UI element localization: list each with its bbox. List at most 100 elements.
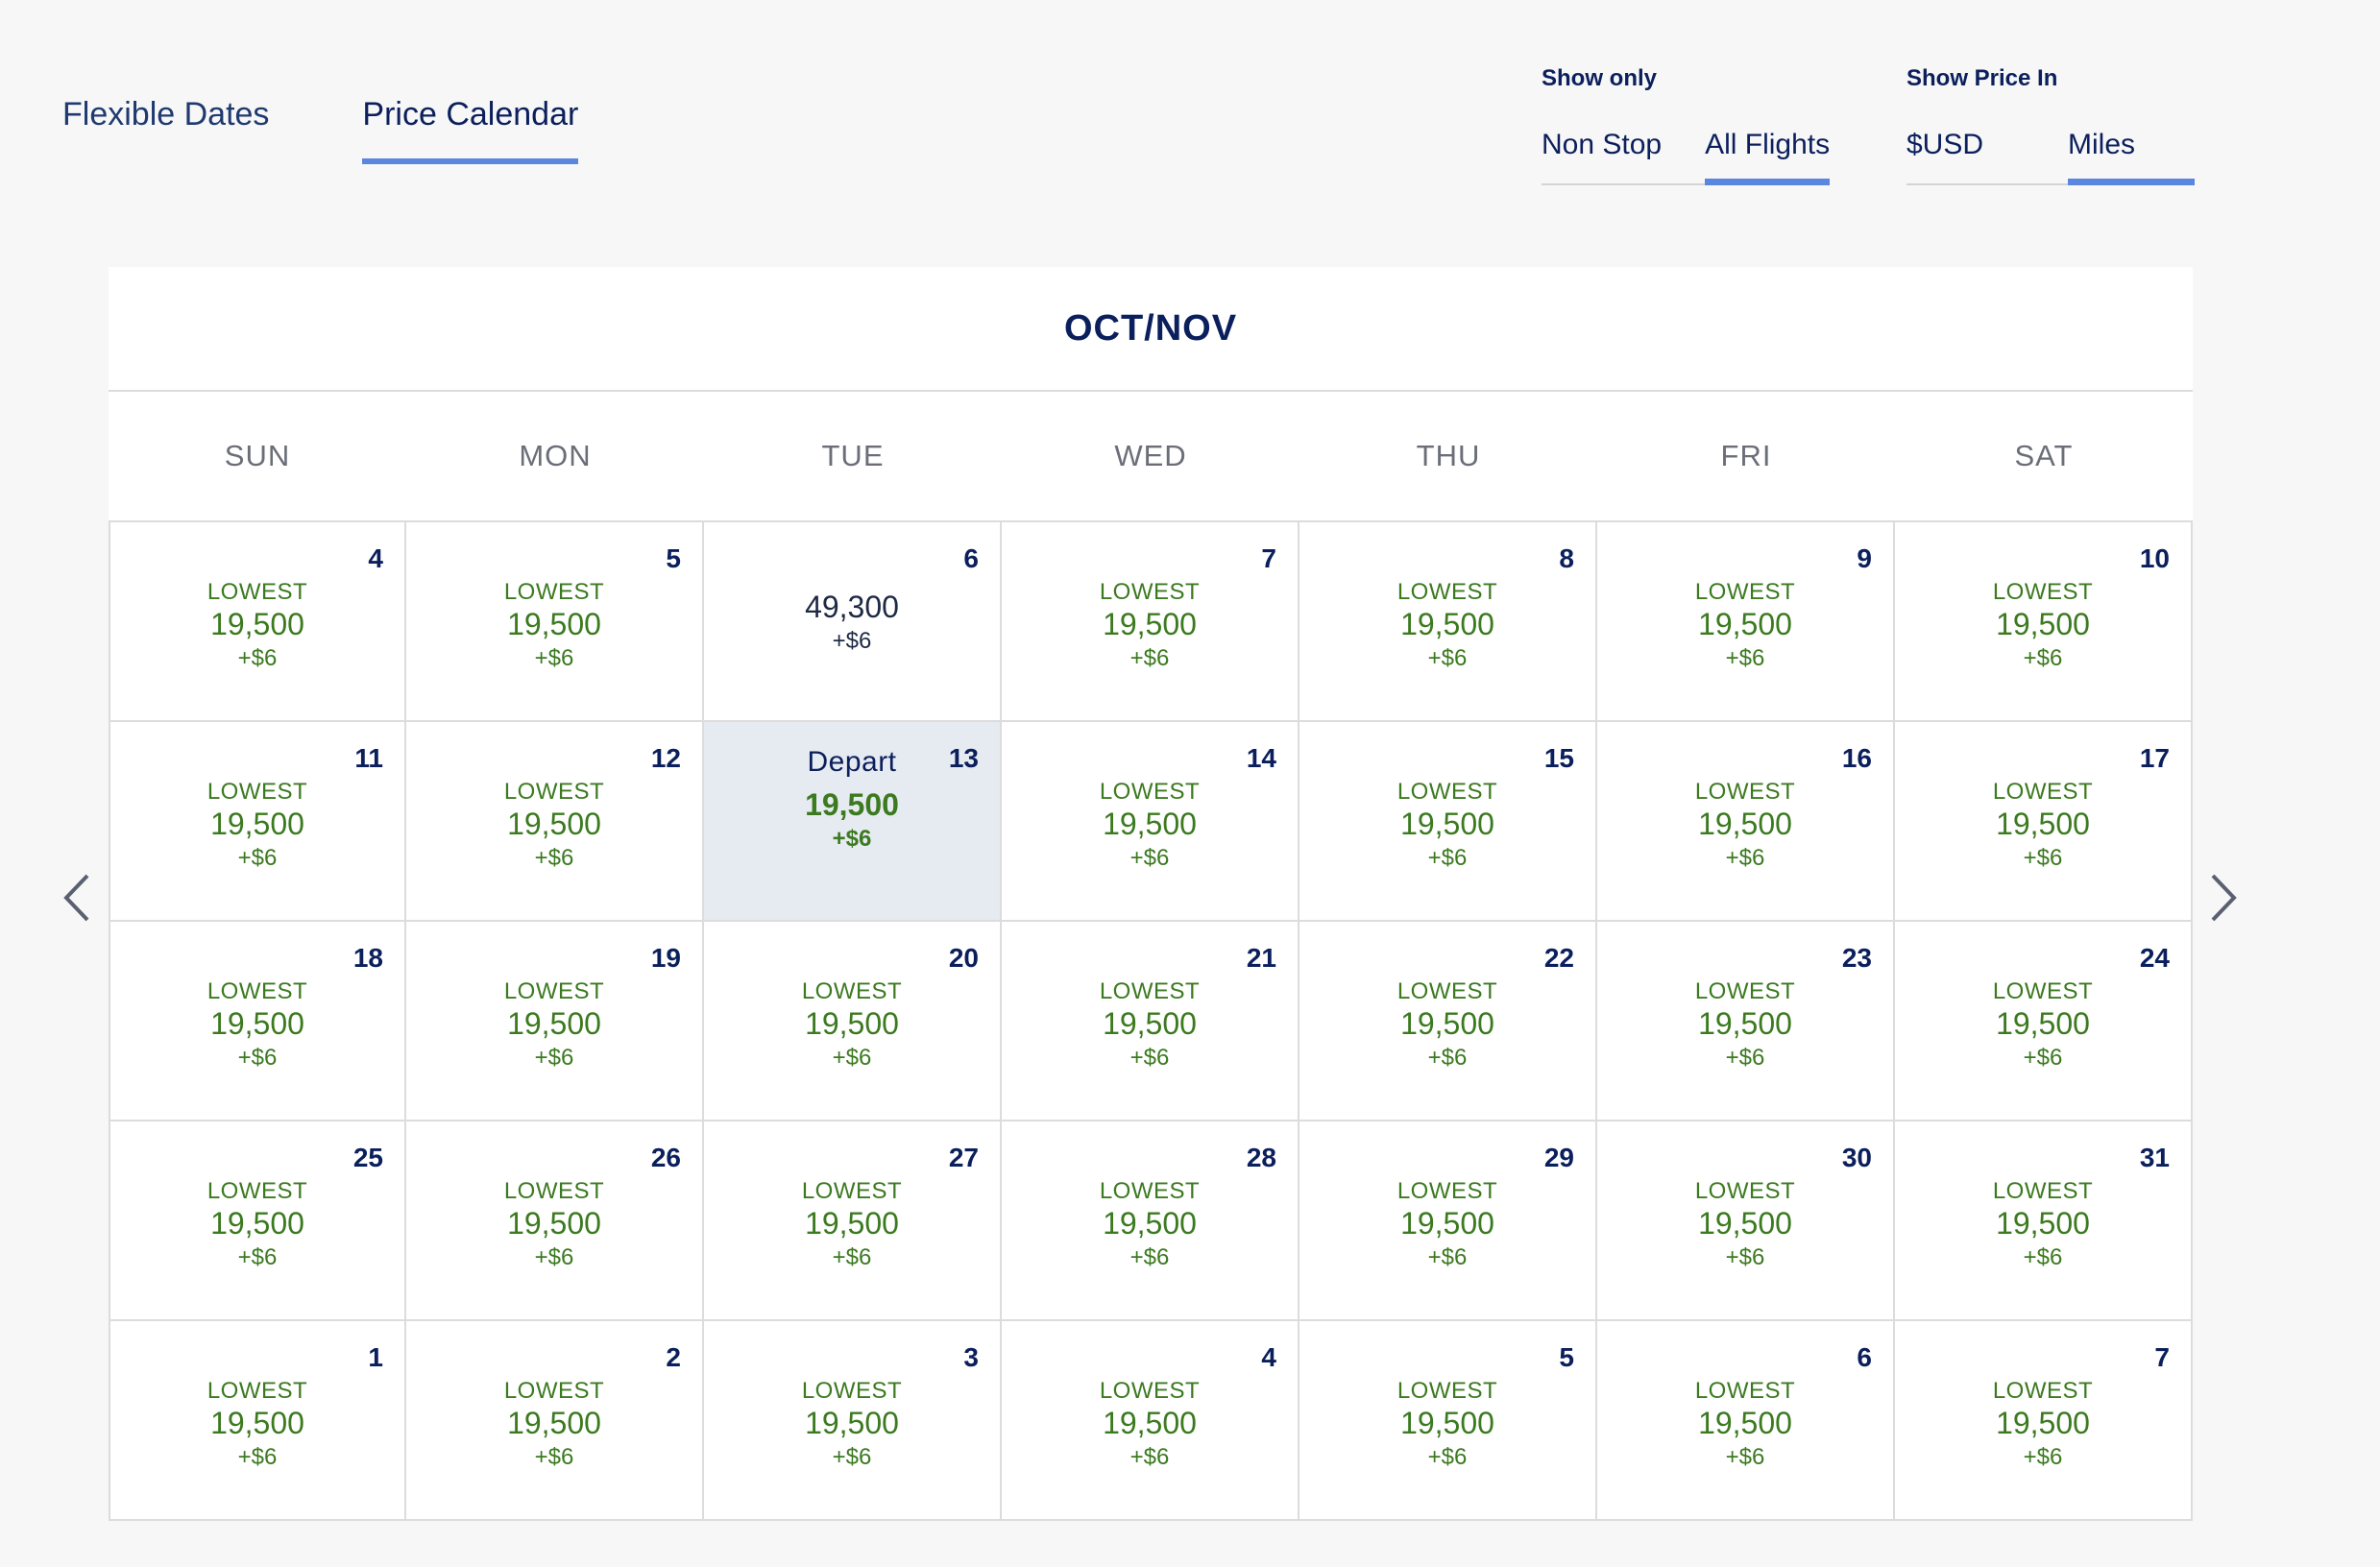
calendar-day[interactable]: 28 LOWEST 19,500 +$6 <box>1002 1121 1299 1321</box>
miles-price: 19,500 <box>1103 1206 1197 1241</box>
miles-price: 19,500 <box>1103 1006 1197 1041</box>
calendar-day[interactable]: 29 LOWEST 19,500 +$6 <box>1299 1121 1597 1321</box>
calendar-day[interactable]: 1 LOWEST 19,500 +$6 <box>109 1321 406 1521</box>
price-block: LOWEST 19,500 +$6 <box>1002 778 1298 876</box>
calendar-day[interactable]: 15 LOWEST 19,500 +$6 <box>1299 722 1597 922</box>
price-block: Depart 19,500 +$6 <box>704 743 1000 856</box>
lowest-label: LOWEST <box>801 1178 903 1204</box>
calendar-day[interactable]: 19 LOWEST 19,500 +$6 <box>406 922 704 1121</box>
day-number: 24 <box>2139 943 2170 973</box>
calendar-day[interactable]: 6 LOWEST 19,500 +$6 <box>1597 1321 1895 1521</box>
calendar-day[interactable]: 6 49,300 +$6 <box>704 522 1002 722</box>
fee-amount: +$6 <box>237 645 278 671</box>
calendar-day[interactable]: 7 LOWEST 19,500 +$6 <box>1895 1321 2193 1521</box>
chevron-right-icon[interactable] <box>2199 864 2247 931</box>
lowest-label: LOWEST <box>1694 1378 1796 1404</box>
day-number: 26 <box>650 1143 681 1172</box>
calendar-day[interactable]: 12 LOWEST 19,500 +$6 <box>406 722 704 922</box>
day-number: 28 <box>1246 1143 1276 1172</box>
calendar-day[interactable]: 18 LOWEST 19,500 +$6 <box>109 922 406 1121</box>
calendar-day[interactable]: 8 LOWEST 19,500 +$6 <box>1299 522 1597 722</box>
chevron-left-icon[interactable] <box>53 864 101 931</box>
miles-price: 19,500 <box>805 1006 899 1041</box>
calendar-day[interactable]: 21 LOWEST 19,500 +$6 <box>1002 922 1299 1121</box>
fee-amount: +$6 <box>1725 1244 1765 1270</box>
fee-amount: +$6 <box>1427 1244 1468 1270</box>
lowest-label: LOWEST <box>1099 978 1201 1004</box>
lowest-label: LOWEST <box>1396 779 1498 805</box>
lowest-label: LOWEST <box>801 978 903 1004</box>
miles-price: 19,500 <box>805 1406 899 1440</box>
fee-amount: +$6 <box>1427 1045 1468 1071</box>
lowest-label: LOWEST <box>206 1178 308 1204</box>
fee-amount: +$6 <box>2023 1244 2063 1270</box>
calendar-day[interactable]: 10 LOWEST 19,500 +$6 <box>1895 522 2193 722</box>
calendar-day[interactable]: 5 LOWEST 19,500 +$6 <box>1299 1321 1597 1521</box>
price-block: LOWEST 19,500 +$6 <box>110 1177 404 1275</box>
day-number: 31 <box>2139 1143 2170 1172</box>
calendar-day[interactable]: 4 LOWEST 19,500 +$6 <box>109 522 406 722</box>
depart-label: Depart <box>807 746 897 778</box>
day-number: 15 <box>1543 743 1574 773</box>
fee-amount: +$6 <box>237 1244 278 1270</box>
calendar-day[interactable]: 7 LOWEST 19,500 +$6 <box>1002 522 1299 722</box>
calendar-day-selected[interactable]: 13 Depart 19,500 +$6 <box>704 722 1002 922</box>
day-number: 7 <box>1261 543 1276 573</box>
fee-amount: +$6 <box>1129 1444 1170 1470</box>
calendar-day[interactable]: 23 LOWEST 19,500 +$6 <box>1597 922 1895 1121</box>
fee-amount: +$6 <box>1129 845 1170 871</box>
fee-amount: +$6 <box>534 1244 574 1270</box>
calendar-day[interactable]: 9 LOWEST 19,500 +$6 <box>1597 522 1895 722</box>
weekday-label: SAT <box>2014 439 2074 472</box>
lowest-label: LOWEST <box>1694 579 1796 605</box>
day-number: 16 <box>1841 743 1872 773</box>
fee-amount: +$6 <box>2023 1444 2063 1470</box>
calendar-day[interactable]: 30 LOWEST 19,500 +$6 <box>1597 1121 1895 1321</box>
lowest-label: LOWEST <box>1694 779 1796 805</box>
lowest-label: LOWEST <box>503 779 605 805</box>
calendar-day[interactable]: 3 LOWEST 19,500 +$6 <box>704 1321 1002 1521</box>
miles-price: 19,500 <box>1400 1006 1494 1041</box>
calendar-day[interactable]: 31 LOWEST 19,500 +$6 <box>1895 1121 2193 1321</box>
tab-flexible-dates[interactable]: Flexible Dates <box>62 96 269 164</box>
miles-price: 19,500 <box>507 607 601 641</box>
lowest-label: LOWEST <box>1992 779 2094 805</box>
weekday-label: SUN <box>224 439 291 472</box>
miles-price: 19,500 <box>1400 607 1494 641</box>
day-number: 14 <box>1246 743 1276 773</box>
usd-option[interactable]: $USD <box>1906 129 1983 185</box>
calendar-day[interactable]: 17 LOWEST 19,500 +$6 <box>1895 722 2193 922</box>
calendar-day[interactable]: 16 LOWEST 19,500 +$6 <box>1597 722 1895 922</box>
non-stop-option[interactable]: Non Stop <box>1542 129 1662 185</box>
calendar-title: OCT/NOV <box>109 267 2193 392</box>
price-block: LOWEST 19,500 +$6 <box>704 1377 1000 1475</box>
fee-amount: +$6 <box>2023 845 2063 871</box>
lowest-label: LOWEST <box>1099 1378 1201 1404</box>
calendar-day[interactable]: 5 LOWEST 19,500 +$6 <box>406 522 704 722</box>
calendar-day[interactable]: 27 LOWEST 19,500 +$6 <box>704 1121 1002 1321</box>
miles-option[interactable]: Miles <box>2068 129 2195 185</box>
miles-price: 19,500 <box>1400 1206 1494 1241</box>
lowest-label: LOWEST <box>1396 978 1498 1004</box>
all-flights-option[interactable]: All Flights <box>1705 129 1831 185</box>
price-block: LOWEST 19,500 +$6 <box>1002 977 1298 1075</box>
lowest-label: LOWEST <box>1992 579 2094 605</box>
price-block: LOWEST 19,500 +$6 <box>406 1177 702 1275</box>
calendar-day[interactable]: 2 LOWEST 19,500 +$6 <box>406 1321 704 1521</box>
price-block: LOWEST 19,500 +$6 <box>1895 1377 2191 1475</box>
fee-amount: +$6 <box>1725 645 1765 671</box>
calendar-day[interactable]: 4 LOWEST 19,500 +$6 <box>1002 1321 1299 1521</box>
miles-price: 19,500 <box>1103 607 1197 641</box>
price-block: LOWEST 19,500 +$6 <box>1597 977 1893 1075</box>
fee-amount: +$6 <box>237 1444 278 1470</box>
calendar-day[interactable]: 11 LOWEST 19,500 +$6 <box>109 722 406 922</box>
tab-price-calendar[interactable]: Price Calendar <box>362 96 579 164</box>
calendar-day[interactable]: 22 LOWEST 19,500 +$6 <box>1299 922 1597 1121</box>
calendar-day[interactable]: 25 LOWEST 19,500 +$6 <box>109 1121 406 1321</box>
day-number: 17 <box>2139 743 2170 773</box>
calendar-day[interactable]: 14 LOWEST 19,500 +$6 <box>1002 722 1299 922</box>
calendar-day[interactable]: 24 LOWEST 19,500 +$6 <box>1895 922 2193 1121</box>
calendar-day[interactable]: 26 LOWEST 19,500 +$6 <box>406 1121 704 1321</box>
calendar-day[interactable]: 20 LOWEST 19,500 +$6 <box>704 922 1002 1121</box>
day-number: 20 <box>948 943 979 973</box>
